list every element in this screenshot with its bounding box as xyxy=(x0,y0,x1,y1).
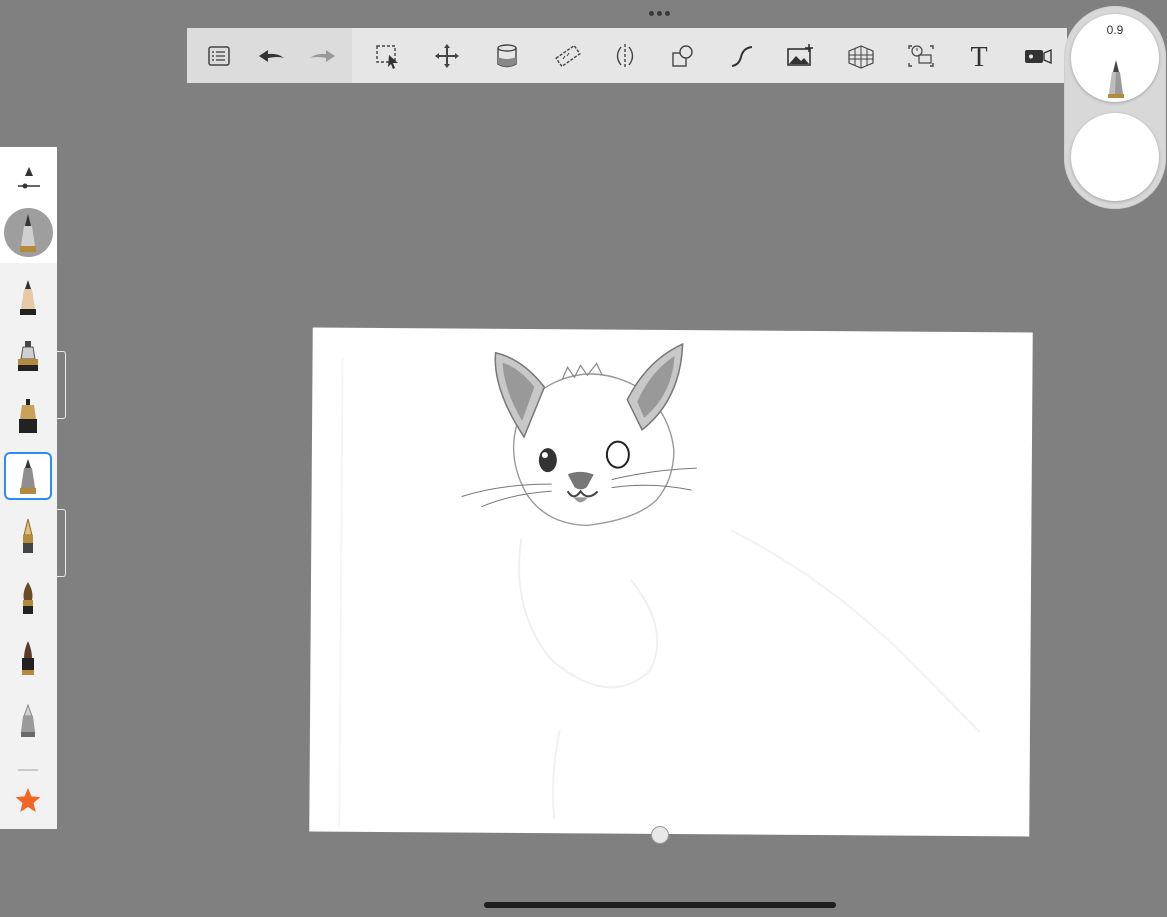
favorite-star-icon[interactable] xyxy=(14,786,42,814)
selection-icon[interactable] xyxy=(370,38,406,74)
canvas-rotate-handle[interactable] xyxy=(651,826,669,844)
record-video-icon[interactable] xyxy=(1020,38,1056,74)
paintbrush-icon[interactable] xyxy=(4,574,52,622)
time-lapse-icon[interactable] xyxy=(903,38,939,74)
sketch-artwork xyxy=(338,342,981,828)
redo-icon[interactable] xyxy=(305,38,341,74)
layers-list-icon[interactable] xyxy=(201,38,237,74)
pencil-brush-icon[interactable] xyxy=(4,273,52,321)
drawing-canvas[interactable] xyxy=(309,327,1033,837)
fill-bucket-icon[interactable] xyxy=(489,38,525,74)
airbrush-icon[interactable] xyxy=(4,333,52,381)
text-icon[interactable]: T xyxy=(961,38,997,74)
ballpoint-brush-icon[interactable] xyxy=(4,452,52,500)
brush-size-value: 0.9 xyxy=(1106,23,1124,37)
current-brush-icon xyxy=(1108,60,1124,98)
symmetry-icon[interactable] xyxy=(607,38,643,74)
top-toolbar: T xyxy=(187,28,1067,83)
eraser-brush-icon[interactable] xyxy=(4,696,52,744)
transform-icon[interactable] xyxy=(429,38,465,74)
brush-preview-icon xyxy=(20,214,36,252)
ruler-icon[interactable] xyxy=(550,38,586,74)
home-indicator[interactable] xyxy=(484,902,836,908)
brush-properties-icon[interactable] xyxy=(16,165,42,191)
add-image-icon[interactable] xyxy=(782,38,818,74)
curve-icon[interactable] xyxy=(724,38,760,74)
perspective-grid-icon[interactable] xyxy=(843,38,879,74)
undo-icon[interactable] xyxy=(253,38,289,74)
marker-brush-icon[interactable] xyxy=(4,634,52,682)
color-puck[interactable] xyxy=(1071,113,1159,201)
toolbar-drag-handle[interactable] xyxy=(646,9,672,17)
brush-group-bracket xyxy=(57,351,66,419)
brush-group-bracket xyxy=(57,509,66,577)
shapes-icon[interactable] xyxy=(665,38,701,74)
fountain-pen-icon[interactable] xyxy=(4,513,52,561)
brush-preview-button[interactable] xyxy=(4,208,53,257)
technical-pen-icon[interactable] xyxy=(4,393,52,441)
palette-divider xyxy=(18,769,38,771)
svg-text:T: T xyxy=(970,42,987,71)
